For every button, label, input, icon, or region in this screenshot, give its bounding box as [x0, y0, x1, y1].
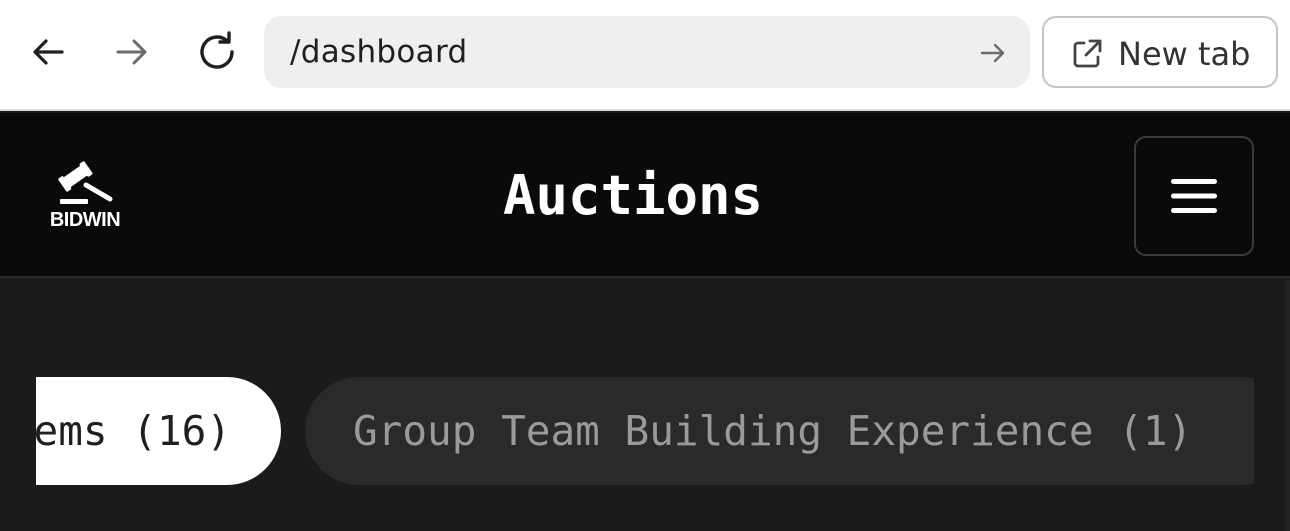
new-tab-label: New tab: [1118, 35, 1251, 73]
arrow-right-icon: [980, 43, 1005, 63]
forward-button[interactable]: [104, 24, 160, 80]
tab-all-items[interactable]: All Items (16): [36, 377, 281, 485]
url-text[interactable]: /dashboard: [290, 34, 467, 70]
app-header: BIDWIN Auctions: [0, 113, 1290, 278]
scrollbar[interactable]: [1286, 280, 1290, 531]
main-content: All Items (16) Group Team Building Exper…: [0, 280, 1290, 531]
new-tab-button[interactable]: New tab: [1042, 16, 1278, 88]
tab-group-team-building[interactable]: Group Team Building Experience (1): [305, 377, 1254, 485]
hamburger-menu-icon: [1171, 179, 1217, 213]
back-button[interactable]: [20, 24, 76, 80]
reload-button[interactable]: [189, 24, 245, 80]
browser-toolbar: /dashboard New tab: [0, 0, 1290, 111]
category-tabs[interactable]: All Items (16) Group Team Building Exper…: [36, 377, 1254, 485]
menu-button[interactable]: [1134, 136, 1254, 256]
arrow-right-icon: [116, 39, 147, 65]
reload-icon: [200, 31, 234, 69]
external-link-icon: [1073, 39, 1102, 68]
page-title: Auctions: [502, 164, 764, 227]
go-button[interactable]: [978, 38, 1008, 68]
address-bar[interactable]: /dashboard: [264, 16, 1030, 88]
arrow-left-icon: [33, 39, 64, 65]
